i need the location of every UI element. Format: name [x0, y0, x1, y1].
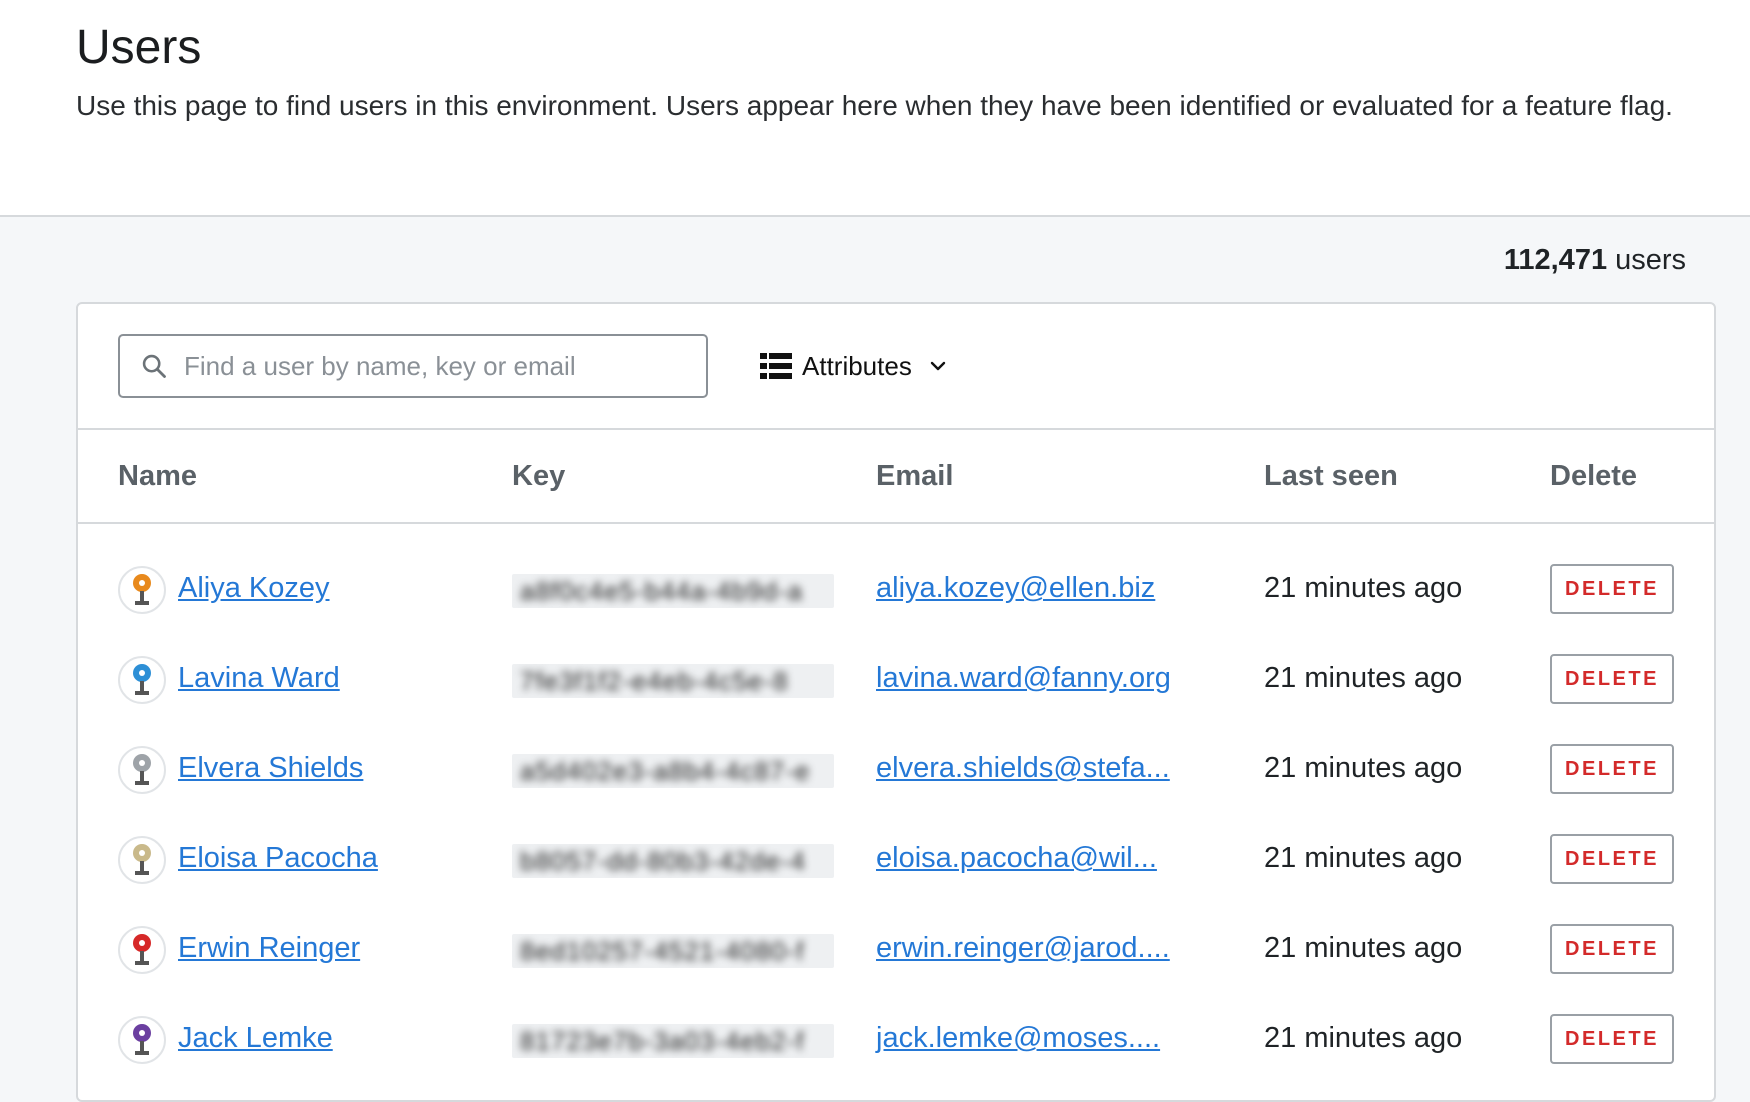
robot-avatar-icon: [133, 844, 151, 875]
user-key: b8057-dd-80b3-42de-4: [512, 844, 834, 878]
last-seen: 21 minutes ago: [1264, 932, 1463, 964]
page-header: Users Use this page to find users in thi…: [0, 0, 1750, 217]
last-seen: 21 minutes ago: [1264, 842, 1463, 874]
robot-avatar-icon: [133, 754, 151, 785]
page-description: Use this page to find users in this envi…: [76, 90, 1673, 121]
user-name-link[interactable]: Jack Lemke: [178, 1022, 333, 1055]
user-email-link[interactable]: erwin.reinger@jarod....: [876, 932, 1170, 965]
table-row: Aliya Kozey a8f0c4e5-b44a-4b9d-a aliya.k…: [78, 544, 1714, 634]
user-email-link[interactable]: jack.lemke@moses....: [876, 1022, 1160, 1055]
search-box[interactable]: [118, 334, 708, 398]
delete-button[interactable]: DELETE: [1550, 564, 1674, 614]
column-header-name[interactable]: Name: [118, 460, 197, 493]
user-key-text: 8ed10257-4521-4080-f: [520, 936, 805, 966]
user-key-text: a5d402e3-a8b4-4c87-e: [520, 756, 811, 786]
last-seen: 21 minutes ago: [1264, 752, 1463, 784]
list-icon: [760, 353, 792, 379]
avatar: [118, 836, 166, 884]
avatar: [118, 566, 166, 614]
user-key: a5d402e3-a8b4-4c87-e: [512, 754, 834, 788]
table-row: Elvera Shields a5d402e3-a8b4-4c87-e elve…: [78, 724, 1714, 814]
robot-avatar-icon: [133, 1024, 151, 1055]
last-seen: 21 minutes ago: [1264, 662, 1463, 694]
user-name-link[interactable]: Erwin Reinger: [178, 932, 360, 965]
table-row: Lavina Ward 7fe3f1f2-e4eb-4c5e-8 lavina.…: [78, 634, 1714, 724]
user-name-link[interactable]: Eloisa Pacocha: [178, 842, 378, 875]
avatar: [118, 1016, 166, 1064]
delete-button[interactable]: DELETE: [1550, 744, 1674, 794]
column-header-key[interactable]: Key: [512, 460, 565, 493]
user-key-text: 7fe3f1f2-e4eb-4c5e-8: [520, 666, 789, 696]
user-key: 81723e7b-3a03-4eb2-f: [512, 1024, 834, 1058]
page-title: Users: [76, 21, 202, 74]
users-table-body: Aliya Kozey a8f0c4e5-b44a-4b9d-a aliya.k…: [78, 524, 1714, 1084]
attributes-label: Attributes: [802, 350, 912, 381]
last-seen: 21 minutes ago: [1264, 1022, 1463, 1054]
user-key-text: 81723e7b-3a03-4eb2-f: [520, 1026, 805, 1056]
delete-button[interactable]: DELETE: [1550, 924, 1674, 974]
users-card: Attributes Name Key Email Last seen Dele…: [76, 302, 1716, 1102]
table-row: Erwin Reinger 8ed10257-4521-4080-f erwin…: [78, 904, 1714, 994]
delete-button[interactable]: DELETE: [1550, 654, 1674, 704]
user-name-link[interactable]: Elvera Shields: [178, 752, 363, 785]
user-email-link[interactable]: lavina.ward@fanny.org: [876, 662, 1171, 695]
search-input[interactable]: [184, 350, 684, 382]
column-header-email[interactable]: Email: [876, 460, 953, 493]
user-email-link[interactable]: eloisa.pacocha@wil...: [876, 842, 1157, 875]
user-count-value: 112,471: [1503, 243, 1608, 276]
chevron-down-icon: [930, 361, 946, 371]
user-key-text: a8f0c4e5-b44a-4b9d-a: [520, 576, 804, 606]
robot-avatar-icon: [133, 934, 151, 965]
robot-avatar-icon: [133, 574, 151, 605]
user-key: 8ed10257-4521-4080-f: [512, 934, 834, 968]
column-header-last-seen[interactable]: Last seen: [1264, 460, 1398, 493]
user-email-link[interactable]: aliya.kozey@ellen.biz: [876, 572, 1155, 605]
user-name-link[interactable]: Aliya Kozey: [178, 572, 330, 605]
search-icon: [142, 354, 166, 378]
attributes-dropdown[interactable]: Attributes: [760, 351, 948, 382]
robot-avatar-icon: [133, 664, 151, 695]
table-row: Jack Lemke 81723e7b-3a03-4eb2-f jack.lem…: [78, 994, 1714, 1084]
avatar: [118, 746, 166, 794]
table-header: Name Key Email Last seen Delete: [78, 430, 1714, 524]
delete-button[interactable]: DELETE: [1550, 834, 1674, 884]
delete-button[interactable]: DELETE: [1550, 1014, 1674, 1064]
last-seen: 21 minutes ago: [1264, 572, 1463, 604]
users-toolbar: Attributes: [78, 304, 1714, 430]
user-key-text: b8057-dd-80b3-42de-4: [520, 846, 806, 876]
user-count: 112,471 users: [0, 217, 1750, 303]
user-name-link[interactable]: Lavina Ward: [178, 662, 340, 695]
user-key: 7fe3f1f2-e4eb-4c5e-8: [512, 664, 834, 698]
column-header-delete: Delete: [1550, 460, 1638, 492]
avatar: [118, 926, 166, 974]
user-count-suffix: users: [1615, 243, 1686, 276]
user-key: a8f0c4e5-b44a-4b9d-a: [512, 574, 834, 608]
avatar: [118, 656, 166, 704]
table-row: Eloisa Pacocha b8057-dd-80b3-42de-4 eloi…: [78, 814, 1714, 904]
user-email-link[interactable]: elvera.shields@stefa...: [876, 752, 1170, 785]
